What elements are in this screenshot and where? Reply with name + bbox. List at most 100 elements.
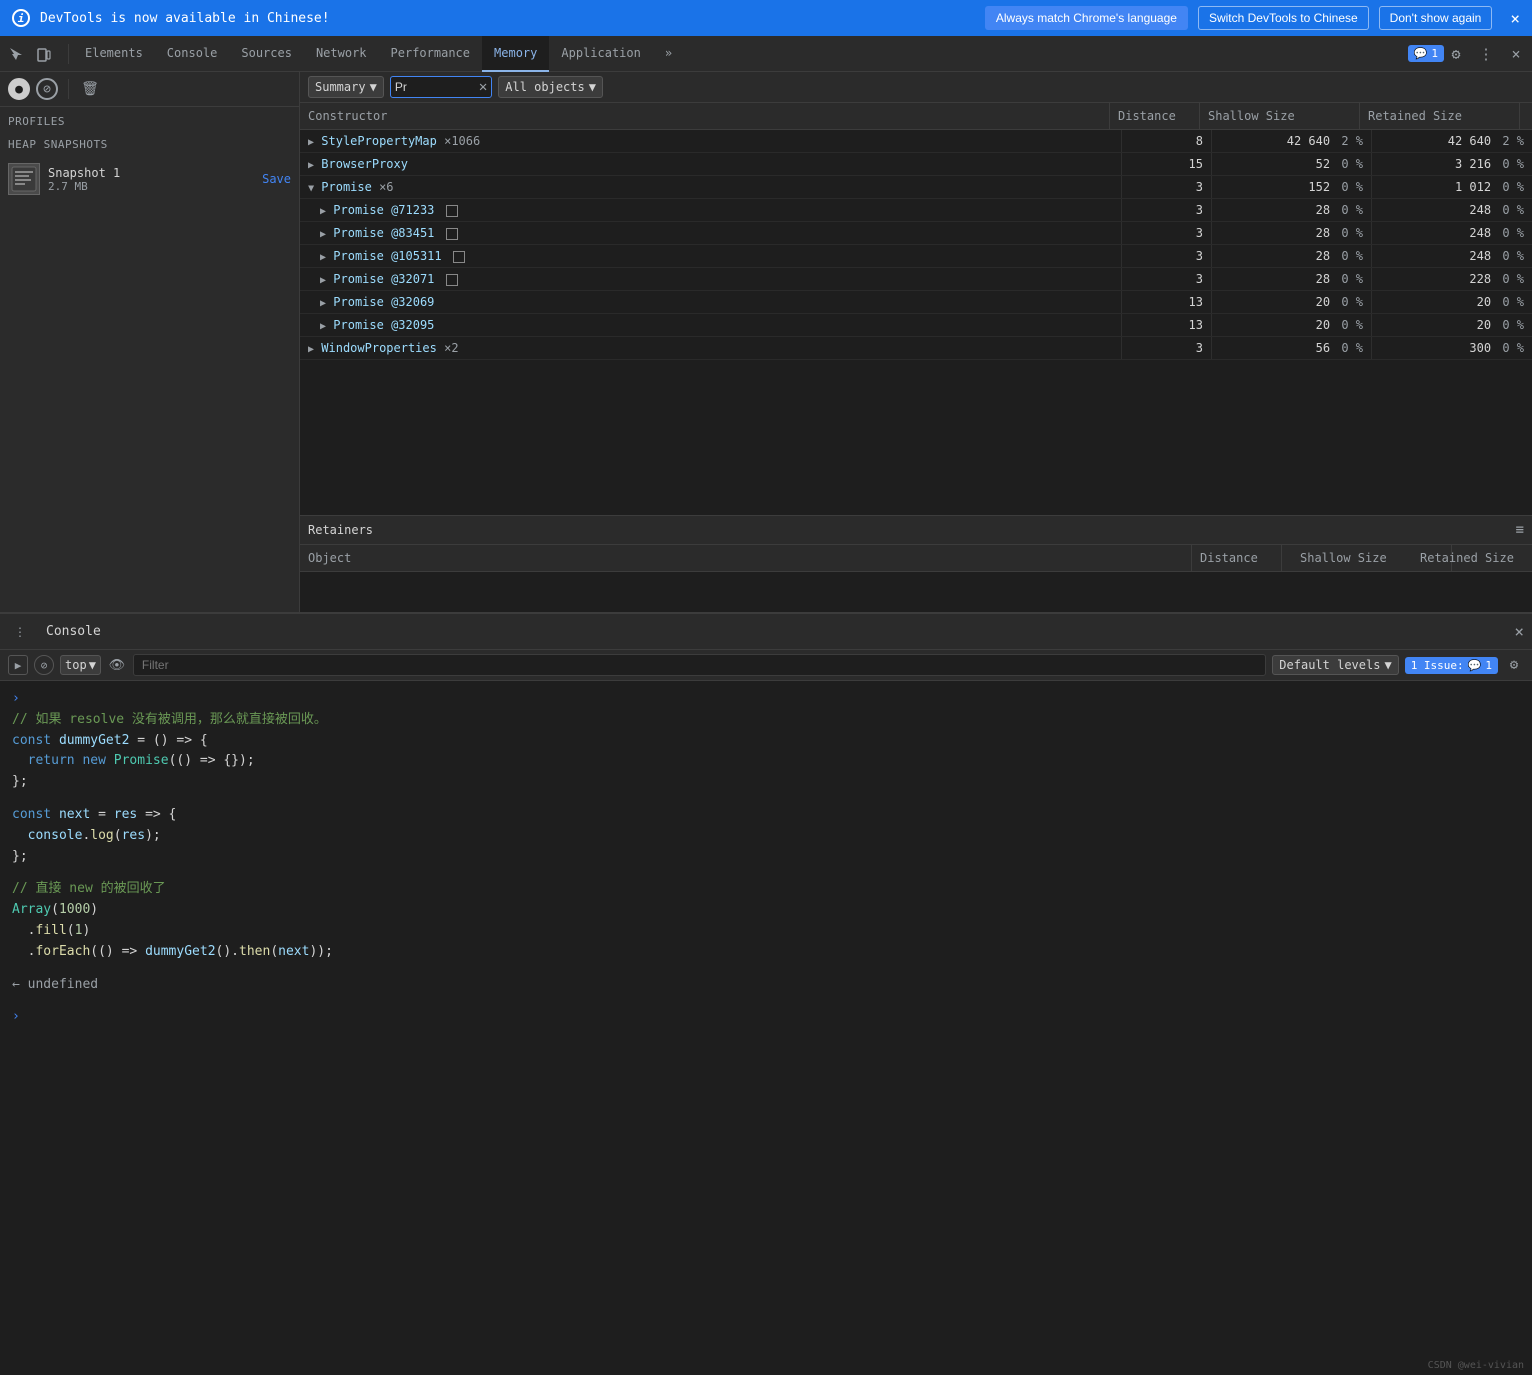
- cell-retained: 3 216 0 %: [1372, 153, 1532, 175]
- close-devtools-icon[interactable]: ×: [1504, 42, 1528, 66]
- console-tab-label[interactable]: Console: [38, 624, 109, 639]
- tab-network[interactable]: Network: [304, 36, 379, 72]
- col-distance[interactable]: Distance: [1110, 103, 1200, 129]
- search-clear-button[interactable]: ✕: [479, 79, 487, 95]
- record-button[interactable]: ●: [8, 78, 30, 100]
- tab-application[interactable]: Application: [549, 36, 652, 72]
- more-options-icon[interactable]: ⋮: [1474, 42, 1498, 66]
- search-input[interactable]: [395, 80, 475, 94]
- console-settings-icon[interactable]: ⚙: [1504, 655, 1524, 675]
- dont-show-button[interactable]: Don't show again: [1379, 6, 1493, 30]
- device-toolbar-icon[interactable]: [32, 42, 56, 66]
- table-row[interactable]: ▶ Promise @32095 13 20 0 % 20 0 %: [300, 314, 1532, 337]
- view-select[interactable]: Summary ▼: [308, 76, 384, 98]
- cell-constructor: ▶ Promise @71233: [300, 199, 1122, 221]
- node-icon: [446, 274, 458, 286]
- stop-recording-button[interactable]: ⊘: [36, 78, 58, 100]
- console-levels-select[interactable]: Default levels ▼: [1272, 655, 1398, 675]
- profiles-title: Profiles: [0, 107, 299, 132]
- tab-console[interactable]: Console: [155, 36, 230, 72]
- table-row[interactable]: ▶ Promise @32071 3 28 0 % 228 0 %: [300, 268, 1532, 291]
- retainers-col-distance[interactable]: Distance: [1192, 545, 1282, 571]
- cell-retained: 248 0 %: [1372, 222, 1532, 244]
- cell-constructor: ▶ Promise ×6: [300, 176, 1122, 198]
- col-shallow[interactable]: Shallow Size: [1200, 103, 1360, 129]
- table-row[interactable]: ▶ WindowProperties ×2 3 56 0 % 300 0 %: [300, 337, 1532, 360]
- console-run-button[interactable]: ▶: [8, 655, 28, 675]
- filter-select[interactable]: All objects ▼: [498, 76, 603, 98]
- cell-constructor: ▶ Promise @32095: [300, 314, 1122, 336]
- snapshot-save-button[interactable]: Save: [262, 172, 291, 186]
- console-stop-button[interactable]: ⊘: [34, 655, 54, 675]
- cell-constructor: ▶ Promise @32069: [300, 291, 1122, 313]
- expand-arrow[interactable]: ▶: [320, 206, 326, 217]
- cell-distance: 3: [1122, 245, 1212, 267]
- expand-arrow[interactable]: ▶: [308, 137, 314, 148]
- expand-arrow[interactable]: ▶: [308, 160, 314, 171]
- tab-sources[interactable]: Sources: [229, 36, 304, 72]
- cell-shallow: 152 0 %: [1212, 176, 1372, 198]
- table-row[interactable]: ▶ BrowserProxy 15 52 0 % 3 216 0 %: [300, 153, 1532, 176]
- sidebar: ● ⊘ 🗑 Profiles HEAP SNAPSHOTS Snapshot 1…: [0, 72, 300, 612]
- cell-constructor: ▶ WindowProperties ×2: [300, 337, 1122, 359]
- console-context-select[interactable]: top ▼: [60, 655, 101, 675]
- expand-arrow[interactable]: ▶: [320, 298, 326, 309]
- content-area: Summary ▼ ✕ All objects ▼ Constructor Di…: [300, 72, 1532, 612]
- cell-shallow: 20 0 %: [1212, 314, 1372, 336]
- csdn-watermark: CSDN @wei-vivian: [1428, 1360, 1524, 1371]
- view-select-arrow: ▼: [370, 80, 377, 94]
- table-row[interactable]: ▶ Promise @32069 13 20 0 % 20 0 %: [300, 291, 1532, 314]
- expand-arrow[interactable]: ▶: [320, 321, 326, 332]
- inspect-element-icon[interactable]: [4, 42, 28, 66]
- snapshot-size: 2.7 MB: [48, 180, 254, 193]
- expand-arrow[interactable]: ▶: [306, 185, 317, 191]
- retainers-col-object[interactable]: Object: [300, 545, 1192, 571]
- col-constructor[interactable]: Constructor: [300, 103, 1110, 129]
- table-row[interactable]: ▶ Promise @83451 3 28 0 % 248 0 %: [300, 222, 1532, 245]
- snapshot-icon: [8, 163, 40, 195]
- expand-arrow[interactable]: ▶: [320, 275, 326, 286]
- console-result-value: undefined: [28, 977, 98, 992]
- console-result-block: ← undefined: [12, 975, 1520, 996]
- table-scroll-area[interactable]: ▶ StylePropertyMap ×1066 8 42 640 2 % 42…: [300, 130, 1532, 515]
- switch-language-button[interactable]: Switch DevTools to Chinese: [1198, 6, 1369, 30]
- cell-constructor: ▶ StylePropertyMap ×1066: [300, 130, 1122, 152]
- tab-elements[interactable]: Elements: [73, 36, 155, 72]
- console-filter-input[interactable]: [133, 654, 1266, 676]
- console-more-icon[interactable]: ⋮: [8, 620, 32, 644]
- node-icon: [446, 205, 458, 217]
- col-retained[interactable]: Retained Size: [1360, 103, 1520, 129]
- match-language-button[interactable]: Always match Chrome's language: [985, 6, 1188, 30]
- cell-distance: 3: [1122, 176, 1212, 198]
- cell-distance: 13: [1122, 314, 1212, 336]
- snapshot-item[interactable]: Snapshot 1 2.7 MB Save: [0, 157, 299, 201]
- console-result: ←: [12, 977, 28, 992]
- table-row[interactable]: ▶ StylePropertyMap ×1066 8 42 640 2 % 42…: [300, 130, 1532, 153]
- cell-shallow: 28 0 %: [1212, 245, 1372, 267]
- table-row[interactable]: ▶ Promise ×6 3 152 0 % 1 012 0 %: [300, 176, 1532, 199]
- info-bar-close-button[interactable]: ×: [1510, 9, 1520, 28]
- expand-arrow[interactable]: ▶: [320, 252, 326, 263]
- table-row[interactable]: ▶ Promise @105311 3 28 0 % 248 0 %: [300, 245, 1532, 268]
- console-eye-button[interactable]: 👁: [107, 655, 127, 675]
- console-issues-badge[interactable]: 1 Issue: 💬 1: [1405, 657, 1498, 674]
- settings-icon[interactable]: ⚙: [1444, 42, 1468, 66]
- expand-arrow[interactable]: ▶: [320, 229, 326, 240]
- tab-memory[interactable]: Memory: [482, 36, 549, 72]
- expand-arrow[interactable]: ▶: [308, 344, 314, 355]
- cell-shallow: 20 0 %: [1212, 291, 1372, 313]
- snapshot-info: Snapshot 1 2.7 MB: [48, 166, 254, 193]
- retainers-menu-icon[interactable]: ≡: [1516, 522, 1524, 538]
- cell-retained: 228 0 %: [1372, 268, 1532, 290]
- cell-retained: 1 012 0 %: [1372, 176, 1532, 198]
- tab-performance[interactable]: Performance: [379, 36, 482, 72]
- console-content: › // 如果 resolve 没有被调用，那么就直接被回收。 const du…: [0, 681, 1532, 1036]
- console-close-button[interactable]: ×: [1514, 622, 1524, 641]
- main-layout: ● ⊘ 🗑 Profiles HEAP SNAPSHOTS Snapshot 1…: [0, 72, 1532, 612]
- tab-notification-badge[interactable]: 💬 1: [1408, 45, 1444, 62]
- tab-more[interactable]: »: [653, 36, 684, 72]
- table-row[interactable]: ▶ Promise @71233 3 28 0 % 248 0 %: [300, 199, 1532, 222]
- retainers-col-retained[interactable]: Retained Size: [1412, 545, 1532, 571]
- cell-constructor: ▶ BrowserProxy: [300, 153, 1122, 175]
- clear-profiles-button[interactable]: 🗑: [79, 78, 101, 100]
